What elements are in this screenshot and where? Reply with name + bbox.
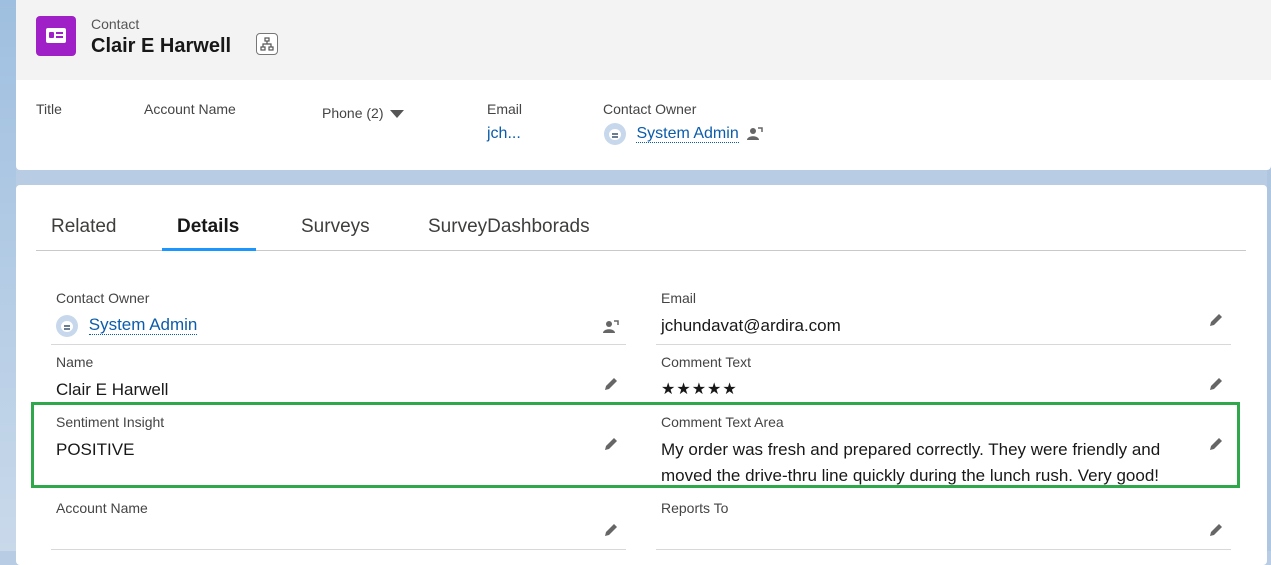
header-title-label: Title: [36, 101, 62, 117]
field-email: Email jchundavat@ardira.com: [656, 290, 1231, 346]
field-divider: [51, 344, 626, 345]
record-name: Clair E Harwell: [91, 35, 232, 57]
field-value: Clair E Harwell: [56, 380, 169, 399]
pencil-edit-icon[interactable]: [603, 522, 619, 538]
contact-card-icon: [36, 16, 76, 56]
field-label: Contact Owner: [56, 290, 150, 306]
highlight-box: [31, 402, 1240, 488]
field-divider: [656, 549, 1231, 550]
record-header: Contact Clair E Harwell Title Account Na…: [16, 0, 1271, 170]
tab-surveydashborads[interactable]: SurveyDashborads: [428, 216, 590, 238]
email-link[interactable]: jchundavat@ardira.com: [661, 316, 841, 336]
pencil-edit-icon[interactable]: [1208, 312, 1224, 328]
tab-bar: Related Details Surveys SurveyDashborads: [36, 185, 1246, 251]
header-owner-label: Contact Owner: [603, 101, 697, 117]
pencil-edit-icon[interactable]: [603, 376, 619, 392]
star-rating: ★★★★★: [661, 379, 738, 398]
field-contact-owner: Contact Owner System Admin: [51, 290, 626, 346]
change-owner-icon[interactable]: [602, 319, 620, 335]
header-email-label: Email: [487, 101, 523, 117]
contact-owner-link[interactable]: System Admin: [88, 315, 198, 336]
field-label: Comment Text: [661, 354, 751, 370]
tab-related[interactable]: Related: [51, 216, 117, 238]
page-background-left: [0, 0, 16, 551]
hierarchy-icon: [260, 37, 274, 51]
field-divider: [51, 549, 626, 550]
field-value: System Admin: [56, 315, 198, 337]
header-phone-dropdown[interactable]: Phone (2): [322, 105, 405, 121]
field-label: Account Name: [56, 500, 148, 516]
field-reports-to: Reports To: [656, 500, 1231, 551]
active-tab-indicator: [162, 248, 256, 251]
phone-label: Phone (2): [322, 105, 384, 121]
change-owner-icon[interactable]: [746, 126, 764, 142]
pencil-edit-icon[interactable]: [1208, 376, 1224, 392]
pencil-edit-icon[interactable]: [1208, 522, 1224, 538]
field-label: Reports To: [661, 500, 729, 516]
view-hierarchy-button[interactable]: [256, 33, 278, 55]
field-account-name: Account Name: [51, 500, 626, 551]
tab-surveys[interactable]: Surveys: [301, 216, 370, 238]
field-divider: [656, 344, 1231, 345]
field-label: Name: [56, 354, 94, 370]
field-label: Email: [661, 290, 697, 306]
object-type-label: Contact: [91, 16, 140, 32]
dropdown-caret-icon: [390, 110, 405, 119]
header-owner-link[interactable]: System Admin: [636, 125, 739, 144]
header-account-name-label: Account Name: [144, 101, 236, 117]
header-owner: System Admin: [604, 123, 764, 145]
tab-details[interactable]: Details: [177, 216, 239, 238]
avatar-icon: [604, 123, 626, 145]
header-email-link[interactable]: jch...: [487, 125, 521, 143]
avatar-icon: [56, 315, 78, 337]
